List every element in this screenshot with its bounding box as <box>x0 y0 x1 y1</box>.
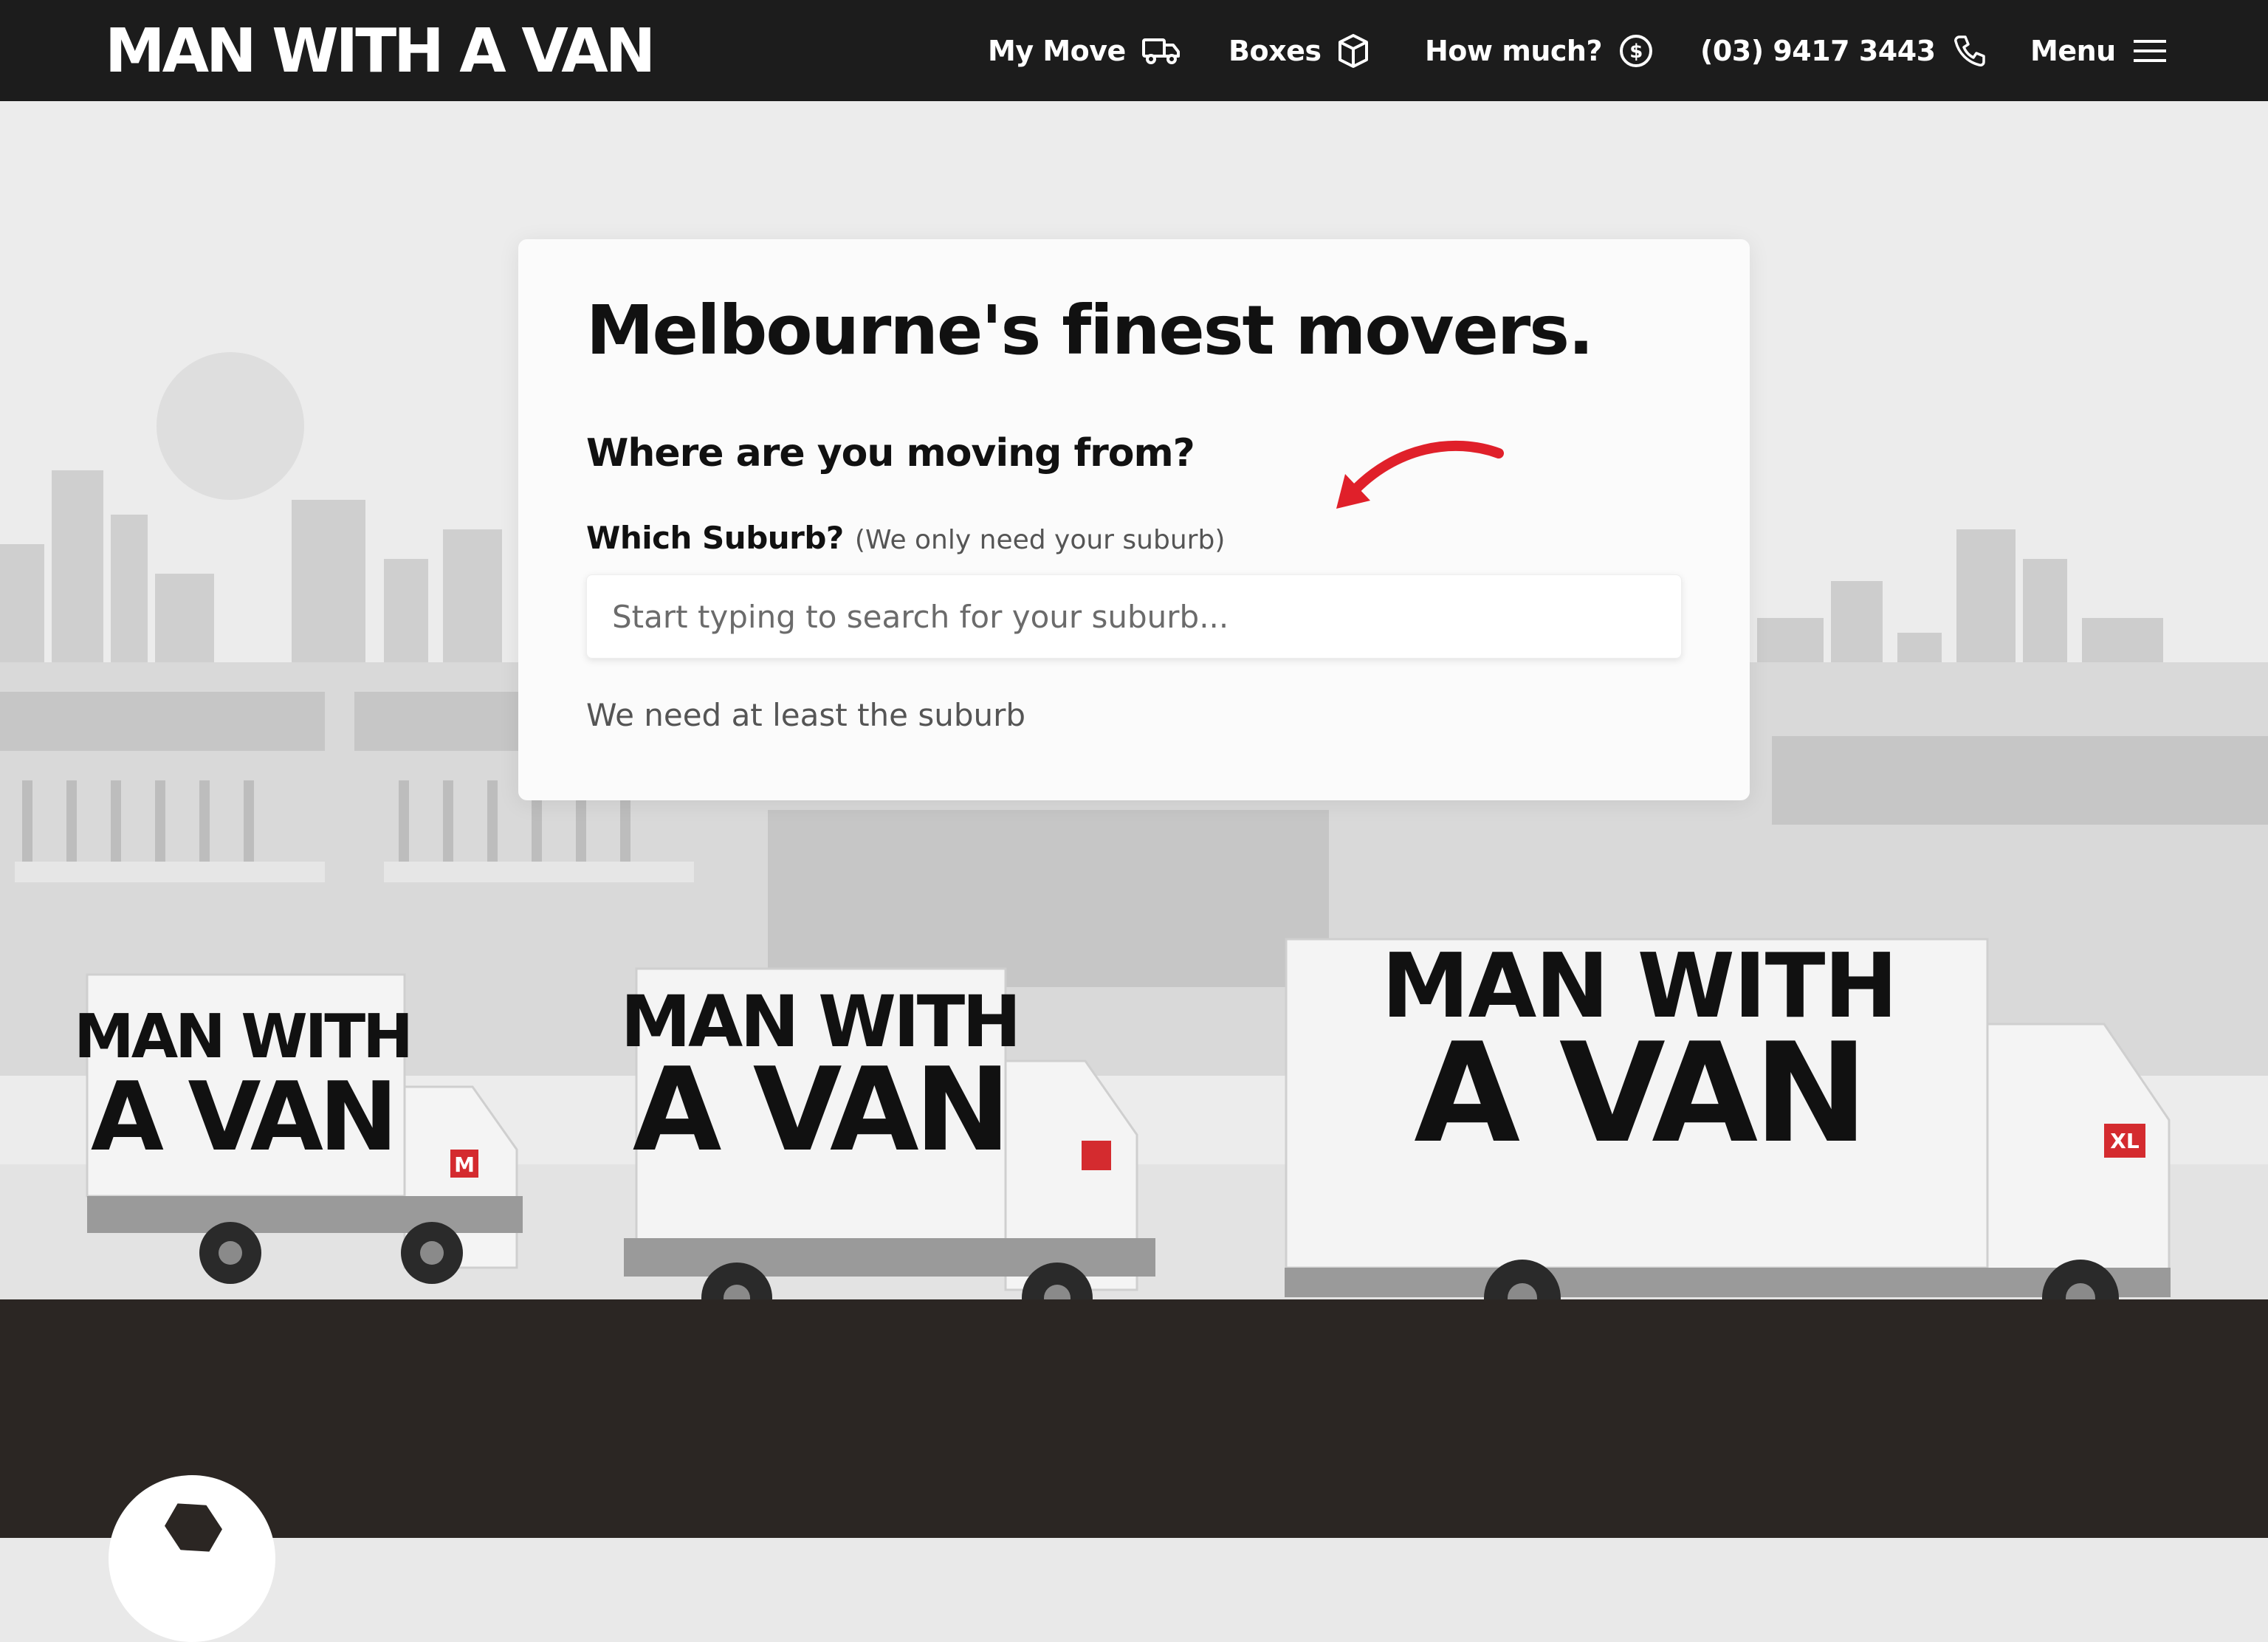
suburb-search-input[interactable] <box>586 574 1682 659</box>
dark-section <box>0 1299 2268 1538</box>
hero-title: Melbourne's finest movers. <box>586 291 1594 370</box>
nav-my-move-label: My Move <box>988 35 1126 67</box>
nav-menu[interactable]: Menu <box>2030 25 2168 77</box>
van-small-line1: MAN WITH <box>74 1002 410 1072</box>
nav-phone[interactable]: (03) 9417 3443 <box>1700 25 1987 77</box>
phone-icon <box>1953 35 1985 66</box>
nav-boxes[interactable]: Boxes <box>1228 25 1370 77</box>
hexagon-icon <box>158 1492 229 1563</box>
box-icon <box>1339 34 1369 68</box>
nav-boxes-label: Boxes <box>1228 35 1322 67</box>
truck-icon <box>1141 38 1180 64</box>
van-large-badge: XL <box>2110 1129 2140 1153</box>
van-medium-line2: A VAN <box>633 1042 1006 1177</box>
top-nav: MAN WITH A VAN My Move Boxes How much? $… <box>0 0 2268 101</box>
van-large-line2: A VAN <box>1414 1013 1864 1173</box>
nav-my-move[interactable]: My Move <box>988 25 1181 77</box>
brand-logo[interactable]: MAN WITH A VAN <box>105 16 656 87</box>
dollar-circle-icon: $ <box>1620 35 1653 67</box>
nav-how-much[interactable]: How much? $ <box>1425 25 1654 77</box>
suburb-field-label: Which Suburb? (We only need your suburb) <box>586 520 1225 556</box>
van-small-line2: A VAN <box>91 1062 394 1172</box>
suburb-search-card: Melbourne's finest movers. Where are you… <box>518 239 1750 800</box>
nav-phone-number: (03) 9417 3443 <box>1700 35 1936 67</box>
hamburger-icon <box>2133 40 2166 62</box>
hero-section: MAN WITH A VAN M MAN WITH A VAN MAN WITH… <box>0 101 2268 1299</box>
validation-message: We need at least the suburb <box>586 697 1026 733</box>
suburb-label-text: Which Suburb? <box>586 520 844 556</box>
svg-text:$: $ <box>1629 41 1643 63</box>
shield-badge-icon <box>109 1475 275 1642</box>
suburb-label-hint: (We only need your suburb) <box>854 525 1226 555</box>
van-small-badge: M <box>454 1153 475 1177</box>
nav-menu-label: Menu <box>2030 35 2116 67</box>
red-arrow-icon <box>1336 440 1504 509</box>
hero-subtitle: Where are you moving from? <box>586 431 1195 475</box>
nav-how-much-label: How much? <box>1425 35 1603 67</box>
